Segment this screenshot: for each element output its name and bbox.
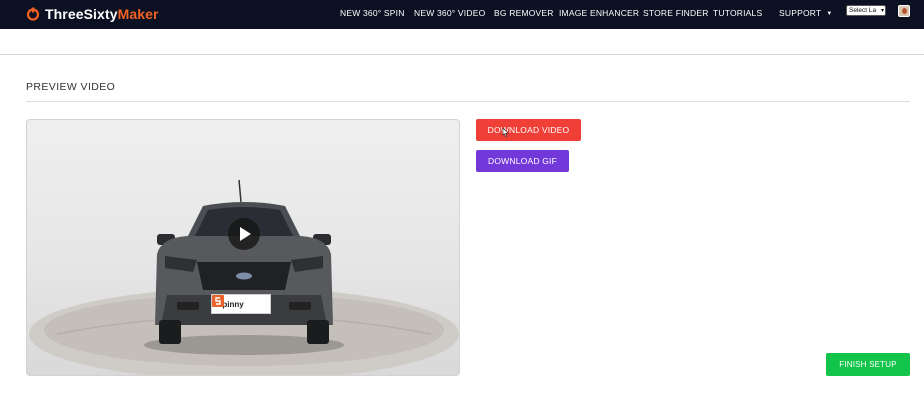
video-preview[interactable]: Spinny [26,119,460,376]
brand-name-prefix: ThreeSixty [45,6,118,22]
nav-tutorials[interactable]: TUTORIALS [713,8,762,18]
section-divider [26,101,910,102]
brand-logo[interactable]: ThreeSixtyMaker [26,4,159,24]
download-gif-button[interactable]: DOWNLOAD GIF [476,150,569,172]
threesixty-logo-icon [26,7,40,21]
nav-support-label: SUPPORT [779,8,822,18]
nav-image-enhancer[interactable]: IMAGE ENHANCER [559,8,639,18]
user-avatar-icon[interactable] [898,5,910,17]
chevron-down-icon: ▼ [826,11,833,17]
finish-setup-button[interactable]: FINISH SETUP [826,353,910,376]
select-arrow-icon: ▾ [880,8,884,14]
sub-header-bar [0,29,924,55]
language-select[interactable]: Select La ▾ [846,5,886,16]
nav-store-finder[interactable]: STORE FINDER [643,8,709,18]
brand-name-accent: Maker [117,6,159,22]
nav-new-360-video[interactable]: NEW 360° VIDEO [414,8,485,18]
mouse-cursor-icon [502,128,509,138]
spinny-logo-icon [212,295,224,307]
brand-name: ThreeSixtyMaker [45,6,159,22]
download-video-button[interactable]: DOWNLOAD VIDEO [476,119,581,141]
nav-new-360-spin[interactable]: NEW 360° SPIN [340,8,405,18]
nav-support[interactable]: SUPPORT ▼ [779,8,832,18]
section-title: PREVIEW VIDEO [26,81,116,93]
top-navbar: ThreeSixtyMaker NEW 360° SPIN NEW 360° V… [0,0,924,29]
number-plate: Spinny [211,294,271,314]
language-select-value: Select La [849,7,877,14]
nav-bg-remover[interactable]: BG REMOVER [494,8,554,18]
play-icon[interactable] [228,218,260,250]
